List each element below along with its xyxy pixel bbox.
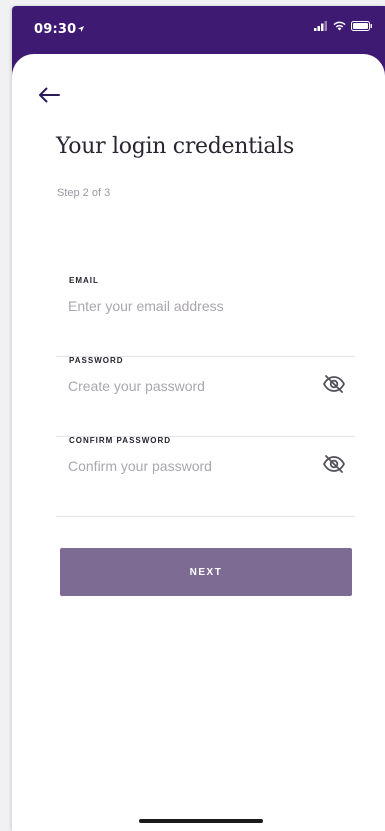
wifi-icon <box>333 21 346 31</box>
status-time: 09:30 <box>34 22 77 37</box>
back-button[interactable] <box>34 82 64 108</box>
next-button[interactable]: NEXT <box>60 548 352 596</box>
password-field-group: PASSWORD <box>56 356 355 437</box>
content-sheet: Your login credentials Step 2 of 3 EMAIL… <box>12 54 385 831</box>
eye-slash-icon <box>322 375 346 393</box>
confirm-password-visibility-toggle[interactable] <box>321 453 347 475</box>
page-title: Your login credentials <box>56 134 294 159</box>
email-input[interactable] <box>68 294 308 318</box>
password-label: PASSWORD <box>69 356 124 365</box>
status-icons <box>314 21 373 31</box>
password-visibility-toggle[interactable] <box>321 373 347 395</box>
step-indicator: Step 2 of 3 <box>57 187 111 199</box>
email-field-group: EMAIL <box>56 276 355 357</box>
password-input[interactable] <box>68 374 308 398</box>
confirm-password-label: CONFIRM PASSWORD <box>69 436 172 445</box>
location-arrow-icon <box>78 26 84 32</box>
arrow-left-icon <box>39 87 60 103</box>
email-label: EMAIL <box>69 276 99 285</box>
eye-slash-icon <box>322 455 346 473</box>
signal-icon <box>314 21 327 31</box>
confirm-password-field-group: CONFIRM PASSWORD <box>56 436 355 517</box>
battery-icon <box>351 21 372 31</box>
home-indicator <box>139 819 263 823</box>
status-bar: 09:30 <box>12 6 385 52</box>
phone-screen: 09:30 Your login credentials Step 2 of 3… <box>12 6 385 831</box>
confirm-password-input[interactable] <box>68 454 308 478</box>
